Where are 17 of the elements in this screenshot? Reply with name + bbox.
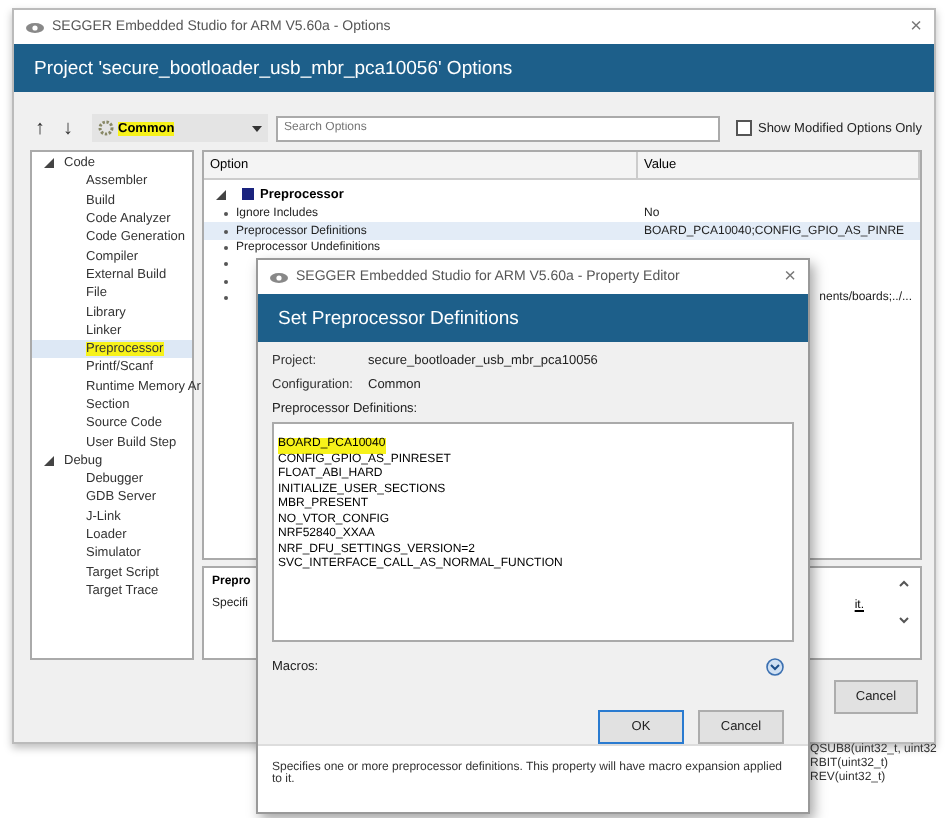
header-title: Set Preprocessor Definitions [278, 307, 519, 329]
expand-icon[interactable] [766, 658, 784, 676]
move-down-button[interactable]: ↓ [58, 117, 78, 139]
gear-icon [98, 120, 114, 136]
header-title: Project 'secure_bootloader_usb_mbr_pca10056' Options [34, 57, 513, 79]
eye-logo-icon [26, 21, 44, 33]
show-modified-checkbox[interactable] [735, 120, 752, 136]
close-button[interactable]: × [784, 266, 796, 288]
expander-icon[interactable] [44, 455, 54, 466]
expander-icon[interactable] [216, 189, 226, 199]
expander-icon[interactable] [44, 158, 54, 169]
eye-logo-icon [270, 271, 288, 283]
close-button[interactable]: × [910, 16, 922, 38]
move-up-button[interactable]: ↑ [30, 117, 50, 139]
group-icon [242, 188, 254, 200]
caret-icon [252, 125, 262, 131]
scroll-arrows-icon[interactable] [896, 576, 912, 628]
